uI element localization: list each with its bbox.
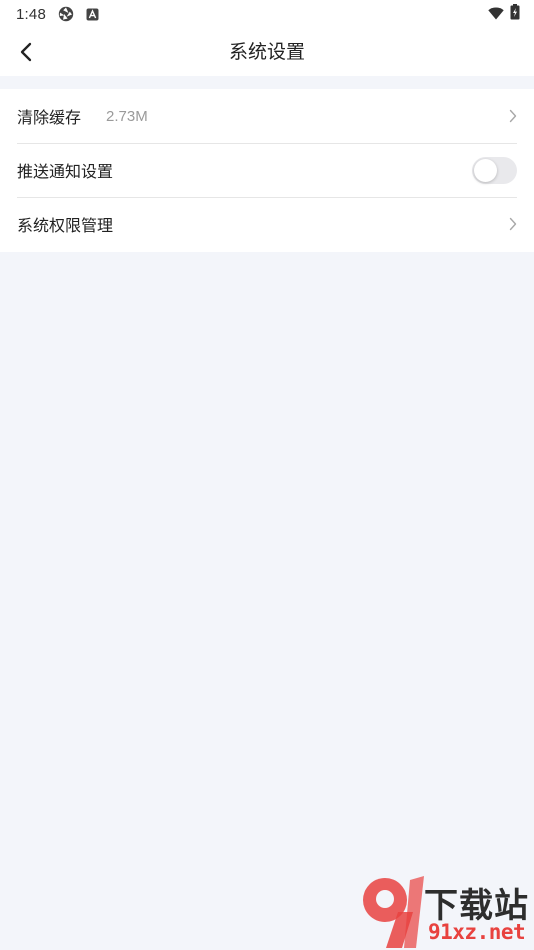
chevron-right-icon [509, 109, 517, 123]
watermark-logo: 下载站 91xz.net [358, 872, 534, 950]
battery-icon [510, 4, 520, 24]
app-bar: 系统设置 [0, 28, 534, 76]
push-notification-label: 推送通知设置 [17, 162, 114, 181]
system-permissions-label: 系统权限管理 [17, 216, 114, 235]
settings-list: 清除缓存 2.73M 推送通知设置 系统权限管理 [0, 89, 534, 252]
clear-cache-row[interactable]: 清除缓存 2.73M [0, 89, 534, 143]
page-title: 系统设置 [228, 41, 305, 63]
aperture-icon [58, 6, 74, 22]
status-time: 1:48 [16, 5, 46, 23]
watermark-url-text: 91xz.net [428, 920, 526, 944]
push-notification-row: 推送通知设置 [0, 143, 534, 197]
status-bar: 1:48 [0, 0, 534, 28]
system-permissions-row[interactable]: 系统权限管理 [0, 197, 534, 251]
cache-size-value: 2.73M [106, 107, 148, 125]
app-a-icon [86, 8, 99, 21]
watermark-91-icon [363, 876, 424, 948]
chevron-right-icon [509, 217, 517, 231]
wifi-icon [488, 5, 504, 24]
push-notification-toggle[interactable] [472, 156, 517, 184]
toggle-knob [474, 158, 497, 182]
clear-cache-label: 清除缓存 [17, 108, 82, 127]
